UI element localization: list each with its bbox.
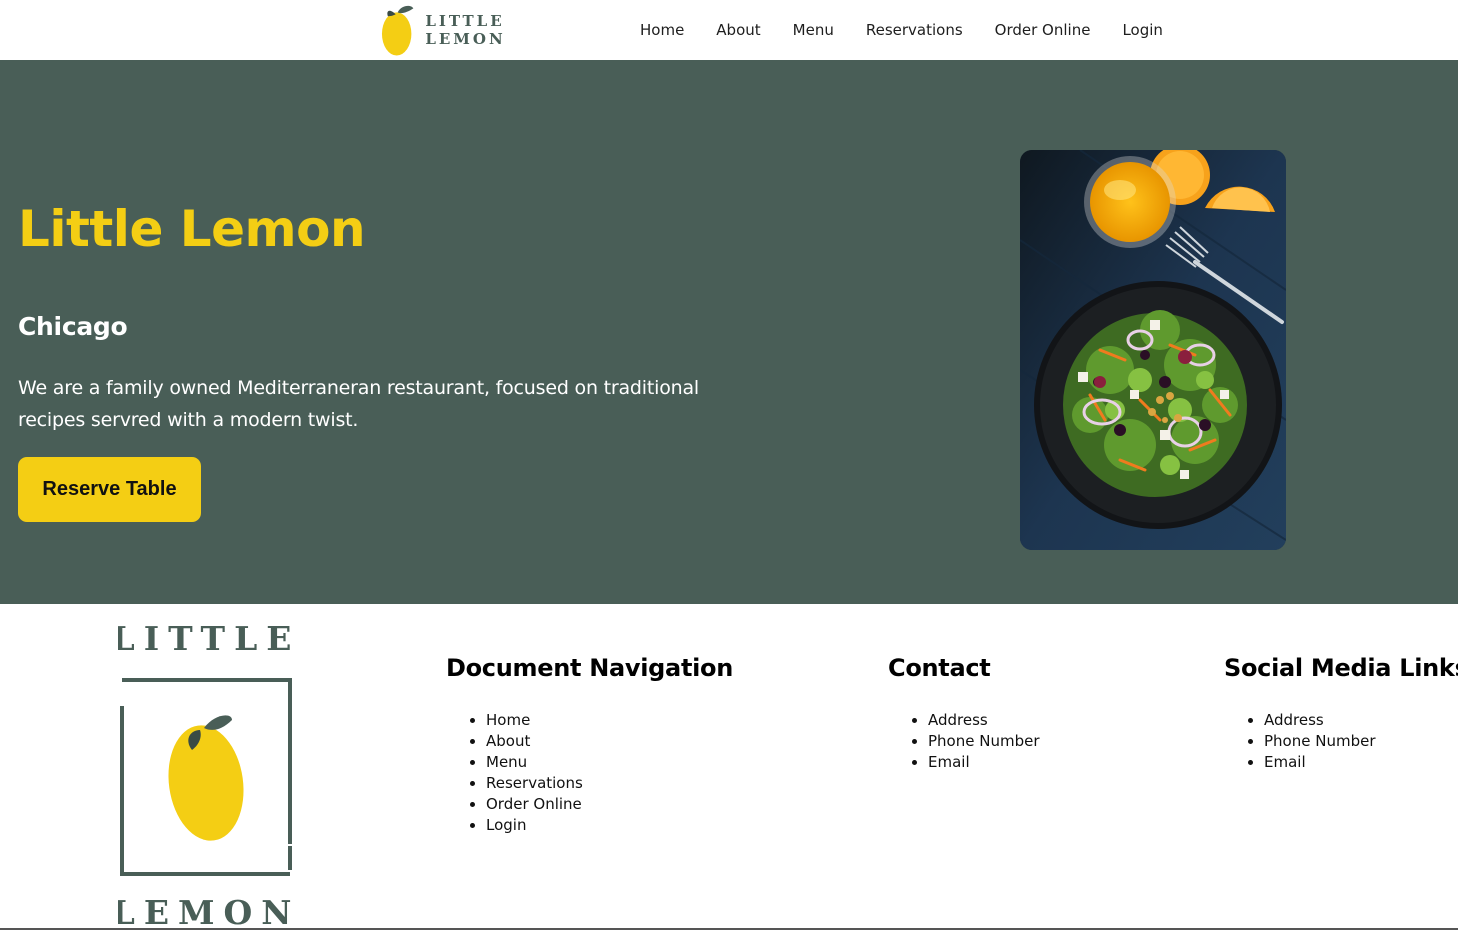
footer-logo-bottom-text: LEMON: [118, 893, 298, 930]
reserve-table-button[interactable]: Reserve Table: [18, 457, 201, 522]
hero-section: Little Lemon Chicago We are a family own…: [0, 60, 1458, 604]
footer-contact-list: Address Phone Number Email: [888, 710, 1040, 773]
site-header: LITTLE LEMON Home About Menu Reservation…: [0, 0, 1458, 60]
footer-nav-about[interactable]: About: [486, 731, 733, 752]
footer-contact-email: Email: [928, 752, 1040, 773]
footer-social-column: Social Media Links Address Phone Number …: [1224, 654, 1458, 773]
hero-food-image: [1020, 150, 1286, 550]
nav-order-online[interactable]: Order Online: [979, 21, 1107, 39]
footer-navigation-heading: Document Navigation: [446, 654, 734, 682]
hero-city: Chicago: [18, 312, 128, 341]
header-logo-text: LITTLE LEMON: [425, 12, 506, 48]
footer-navigation-column: Document Navigation Home About Menu Rese…: [446, 654, 733, 836]
footer-nav-login[interactable]: Login: [486, 815, 733, 836]
footer-contact-address: Address: [928, 710, 1040, 731]
nav-reservations[interactable]: Reservations: [850, 21, 979, 39]
nav-about[interactable]: About: [700, 21, 776, 39]
salad-photo-icon: [1020, 150, 1286, 550]
nav-login[interactable]: Login: [1106, 21, 1178, 39]
header-logo[interactable]: LITTLE LEMON: [380, 2, 590, 58]
footer-social-heading: Social Media Links: [1224, 654, 1458, 682]
footer-navigation-list: Home About Menu Reservations Order Onlin…: [446, 710, 733, 836]
footer-social-address[interactable]: Address: [1264, 710, 1458, 731]
main-nav: Home About Menu Reservations Order Onlin…: [624, 0, 1179, 60]
footer-nav-menu[interactable]: Menu: [486, 752, 733, 773]
footer-social-list: Address Phone Number Email: [1224, 710, 1458, 773]
footer-logo: LITTLE LEMON: [112, 618, 298, 932]
footer-nav-order-online[interactable]: Order Online: [486, 794, 733, 815]
footer-nav-reservations[interactable]: Reservations: [486, 773, 733, 794]
nav-home[interactable]: Home: [624, 21, 700, 39]
footer-logo-top-text: LITTLE: [118, 619, 298, 658]
hero-title: Little Lemon: [18, 200, 366, 258]
footer-contact-column: Contact Address Phone Number Email: [888, 654, 1040, 773]
footer-social-phone[interactable]: Phone Number: [1264, 731, 1458, 752]
hero-description: We are a family owned Mediterraneran res…: [18, 377, 699, 431]
footer-nav-home[interactable]: Home: [486, 710, 733, 731]
nav-menu[interactable]: Menu: [777, 21, 850, 39]
site-footer: LITTLE LEMON Document Navigation Home Ab…: [0, 604, 1458, 932]
footer-contact-heading: Contact: [888, 654, 991, 682]
lemon-brand-logo-icon: LITTLE LEMON: [112, 619, 298, 932]
footer-social-email[interactable]: Email: [1264, 752, 1458, 773]
footer-contact-phone: Phone Number: [928, 731, 1040, 752]
lemon-logo-icon: [381, 5, 414, 56]
